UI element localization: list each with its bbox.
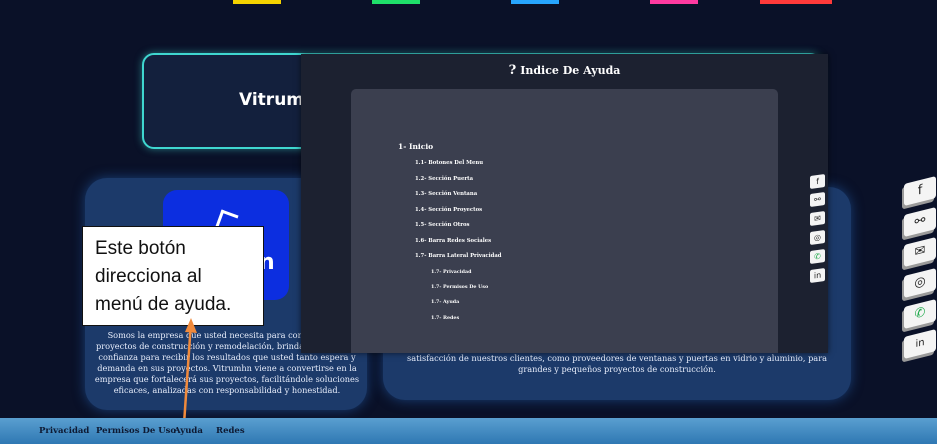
help-modal-title-text: Indice De Ayuda [520,64,621,77]
toc-item-seccion-otros[interactable]: 1.5- Sección Otros [415,222,470,228]
toc-item-seccion-puerta[interactable]: 1.2- Sección Puerta [415,176,473,182]
toc-item-botones-menu[interactable]: 1.1- Botones Del Menu [415,160,483,166]
footer-link-ayuda[interactable]: Ayuda [174,426,203,436]
email-icon[interactable]: ✉ [904,237,936,267]
linkedin-icon[interactable]: in [904,329,936,359]
footer-bar: Privacidad Permisos De Uso Ayuda Redes [0,418,937,444]
share-icon[interactable]: ⚯ [904,207,936,237]
toc-item-redes-sociales[interactable]: 1.6- Barra Redes Sociales [415,238,491,244]
mini-share-icon[interactable]: ⚯ [810,191,825,208]
mini-linkedin-icon[interactable]: in [810,267,825,284]
footer-link-privacidad[interactable]: Privacidad [39,426,89,436]
toc-item-redes[interactable]: 1.7- Redes [431,315,459,321]
top-accent-pink [650,0,698,4]
annotation-callout: Este botón direcciona al menú de ayuda. [82,226,264,326]
help-modal-title: ? Indice De Ayuda [301,63,828,78]
facebook-icon[interactable]: f [904,176,936,206]
top-accent-blue [511,0,559,4]
mission-text: satisfacción de nuestros clientes, como … [407,353,827,374]
toc-item-privacidad[interactable]: 1.7- Privacidad [431,269,471,275]
mini-email-icon[interactable]: ✉ [810,210,825,227]
mini-facebook-icon[interactable]: f [810,173,825,190]
footer-link-permisos[interactable]: Permisos De Uso [96,426,176,436]
whatsapp-icon[interactable]: ✆ [904,299,936,329]
top-accent-yellow [233,0,281,4]
toc-item-ayuda[interactable]: 1.7- Ayuda [431,299,459,305]
toc-item-barra-lateral[interactable]: 1.7- Barra Lateral Privacidad [415,253,501,259]
mini-whatsapp-icon[interactable]: ✆ [810,248,825,265]
toc-item-permisos-uso[interactable]: 1.7- Permisos De Uso [431,284,488,290]
top-accent-green [372,0,420,4]
toc-item-seccion-ventana[interactable]: 1.3- Sección Ventana [415,191,477,197]
help-modal: ? Indice De Ayuda 1- Inicio 1.1- Botones … [301,54,828,353]
help-toc-panel: 1- Inicio 1.1- Botones Del Menu 1.2- Sec… [351,89,778,353]
mini-instagram-icon[interactable]: ◎ [810,229,825,246]
instagram-icon[interactable]: ◎ [904,268,936,298]
help-question-icon: ? [508,63,517,78]
toc-item-inicio[interactable]: 1- Inicio [398,142,433,151]
toc-item-seccion-proyectos[interactable]: 1.4- Sección Proyectos [415,207,482,213]
top-accent-red [760,0,832,4]
footer-link-redes[interactable]: Redes [216,426,245,436]
